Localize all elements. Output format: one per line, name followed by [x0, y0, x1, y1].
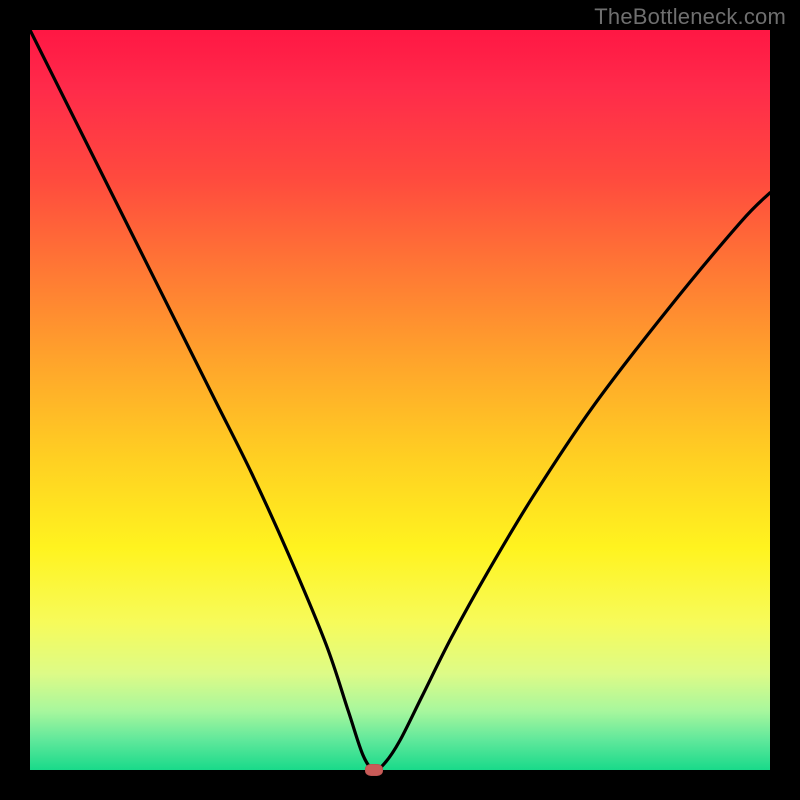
minimum-marker — [365, 764, 383, 776]
watermark-text: TheBottleneck.com — [594, 4, 786, 30]
chart-frame: TheBottleneck.com — [0, 0, 800, 800]
plot-area — [30, 30, 770, 770]
bottleneck-curve-path — [30, 30, 770, 770]
curve-svg — [30, 30, 770, 770]
